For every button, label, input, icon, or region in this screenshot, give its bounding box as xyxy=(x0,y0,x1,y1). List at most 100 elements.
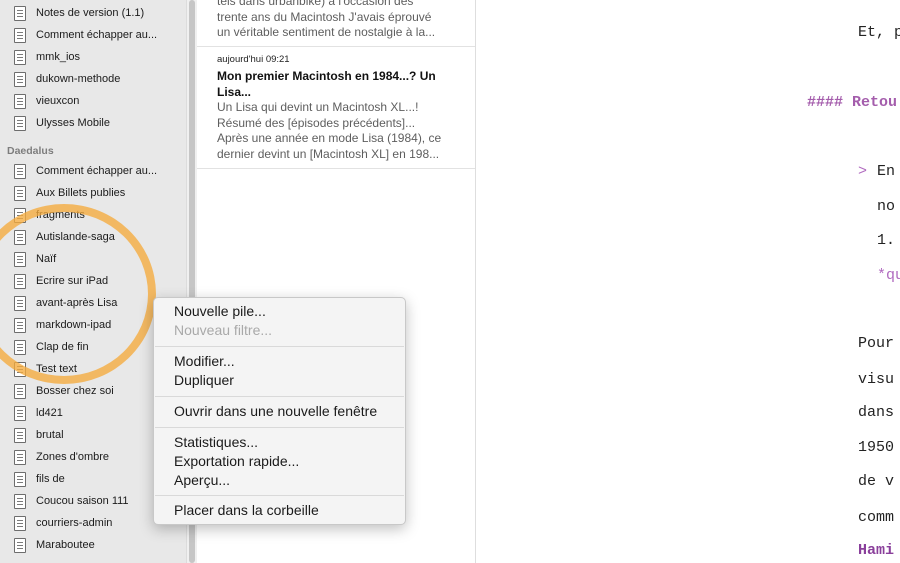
document-icon xyxy=(14,163,26,179)
sidebar-item[interactable]: vieuxcon xyxy=(14,91,79,111)
sidebar-item-label: vieuxcon xyxy=(36,95,80,107)
sidebar-item-label: Ulysses Mobile xyxy=(36,117,110,129)
editor-text-line: Et, p xyxy=(858,24,900,41)
sidebar-item[interactable]: brutal xyxy=(14,425,64,445)
sidebar-item-label: dukown-methode xyxy=(36,73,121,85)
editor-text-line: dans xyxy=(858,404,895,421)
document-icon xyxy=(14,5,26,21)
sidebar-item[interactable]: Test text xyxy=(14,359,77,379)
sidebar-item-label: mmk_ios xyxy=(36,51,81,63)
menu-item-duplicate[interactable]: Dupliquer xyxy=(174,371,234,390)
document-icon xyxy=(14,251,26,267)
sidebar-item-label: Test text xyxy=(36,363,77,375)
sidebar-item[interactable]: dukown-methode xyxy=(14,69,120,89)
document-icon xyxy=(14,361,26,377)
sidebar-item[interactable]: mmk_ios xyxy=(14,47,80,67)
sheet-date: aujourd'hui 09:21 xyxy=(217,54,290,65)
sheet-divider xyxy=(197,46,475,47)
document-icon xyxy=(14,449,26,465)
sheet-excerpt-line: Un Lisa qui devint un Macintosh XL...! xyxy=(217,100,419,114)
document-icon xyxy=(14,471,26,487)
sheet-excerpt-line: tels dans urbanbike) à l'occasion des xyxy=(217,0,414,8)
document-icon xyxy=(14,317,26,333)
sidebar-item[interactable]: Notes de version (1.1) xyxy=(14,3,144,23)
sidebar-item[interactable]: Zones d'ombre xyxy=(14,447,109,467)
menu-separator xyxy=(155,427,404,428)
sidebar-item[interactable]: Maraboutee xyxy=(14,535,95,555)
sheet-item[interactable]: tels dans urbanbike) à l'occasion des tr… xyxy=(217,0,467,41)
editor-text-line: 1950 xyxy=(858,439,895,456)
document-icon xyxy=(14,427,26,443)
sidebar-item-label: Coucou saison 111 xyxy=(36,495,129,507)
menu-separator xyxy=(155,495,404,496)
sidebar-item-label: Ecrire sur iPad xyxy=(36,275,109,287)
menu-item-new-stack[interactable]: Nouvelle pile... xyxy=(174,302,266,321)
sidebar-item[interactable]: courriers-admin xyxy=(14,513,112,533)
editor-blockquote-marker: > xyxy=(858,163,868,180)
document-icon xyxy=(14,383,26,399)
sidebar-item-label: Autislande-saga xyxy=(36,231,115,243)
sidebar-item[interactable]: avant-après Lisa xyxy=(0,292,186,314)
sidebar-item-label: Clap de fin xyxy=(36,341,89,353)
menu-item-statistics[interactable]: Statistiques... xyxy=(174,433,258,452)
sidebar-item-label: brutal xyxy=(36,429,64,441)
menu-item-new-filter: Nouveau filtre... xyxy=(174,322,273,338)
sidebar-item[interactable]: fragments xyxy=(14,205,85,225)
document-icon xyxy=(14,339,26,355)
document-icon xyxy=(14,71,26,87)
sidebar-item[interactable]: Comment échapper au... xyxy=(14,25,157,45)
sheet-divider xyxy=(197,168,475,169)
sidebar-item-label: courriers-admin xyxy=(36,517,113,529)
editor-emphasis: *qu xyxy=(877,267,900,284)
sidebar-item-label: markdown-ipad xyxy=(36,319,112,331)
sidebar-item-label: avant-après Lisa xyxy=(36,297,118,309)
sidebar-item[interactable]: Comment échapper au... xyxy=(14,161,157,181)
sidebar-item[interactable]: Bosser chez soi xyxy=(14,381,114,401)
menu-separator xyxy=(155,346,404,347)
editor-text-line: Pour xyxy=(858,335,895,352)
document-icon xyxy=(14,185,26,201)
menu-item-open-new-window[interactable]: Ouvrir dans une nouvelle fenêtre xyxy=(174,402,377,421)
sidebar-item-label: fragments xyxy=(36,209,85,221)
editor-text-line: En xyxy=(877,163,896,180)
sheet-title: Mon premier Macintosh en 1984...? Un xyxy=(217,69,436,83)
editor-text-line: visu xyxy=(858,371,895,388)
sidebar-item[interactable]: Ulysses Mobile xyxy=(14,113,110,133)
editor-text-line: de v xyxy=(858,473,895,490)
editor-text-line: comm xyxy=(858,509,895,526)
sidebar-item-label: Notes de version (1.1) xyxy=(36,7,145,19)
document-icon xyxy=(14,273,26,289)
editor[interactable]: Et, p #### Retou > En no 1. *qu Pour vis… xyxy=(477,0,900,563)
menu-item-edit[interactable]: Modifier... xyxy=(174,352,235,371)
sidebar-item[interactable]: Naïf xyxy=(14,249,56,269)
sidebar-item[interactable]: Autislande-saga xyxy=(14,227,115,247)
document-icon xyxy=(14,115,26,131)
sidebar-item[interactable]: Ecrire sur iPad xyxy=(14,271,108,291)
menu-item-quick-export[interactable]: Exportation rapide... xyxy=(174,452,299,471)
sidebar-item[interactable]: fils de xyxy=(14,469,65,489)
sidebar-item[interactable]: Clap de fin xyxy=(14,337,89,357)
sidebar-item-label: fils de xyxy=(36,473,65,485)
sheet-title: Lisa... xyxy=(217,84,252,99)
document-icon xyxy=(14,515,26,531)
sidebar-item-label: Comment échapper au... xyxy=(36,29,158,41)
sidebar-item[interactable]: ld421 xyxy=(14,403,63,423)
sidebar-item-label: Maraboutee xyxy=(36,539,95,551)
sidebar-item-label: Aux Billets publies xyxy=(36,187,126,199)
document-icon xyxy=(14,493,26,509)
sidebar-item[interactable]: Coucou saison 111 xyxy=(14,491,129,511)
document-icon xyxy=(14,49,26,65)
sidebar-item-label: Bosser chez soi xyxy=(36,385,114,397)
sidebar-item-label: Comment échapper au... xyxy=(36,165,158,177)
menu-item-preview[interactable]: Aperçu... xyxy=(174,471,230,490)
sidebar-item[interactable]: markdown-ipad xyxy=(14,315,111,335)
document-icon xyxy=(14,207,26,223)
sidebar-item[interactable]: Aux Billets publies xyxy=(14,183,125,203)
document-icon xyxy=(14,229,26,245)
document-icon xyxy=(14,405,26,421)
sheet-item[interactable]: aujourd'hui 09:21 Mon premier Macintosh … xyxy=(217,53,467,162)
menu-item-move-to-trash[interactable]: Placer dans la corbeille xyxy=(174,501,319,520)
editor-heading: #### Retou xyxy=(807,94,898,111)
sheet-excerpt-line: un véritable sentiment de nostalgie à la… xyxy=(217,25,436,39)
editor-text-line: 1. xyxy=(877,232,896,249)
